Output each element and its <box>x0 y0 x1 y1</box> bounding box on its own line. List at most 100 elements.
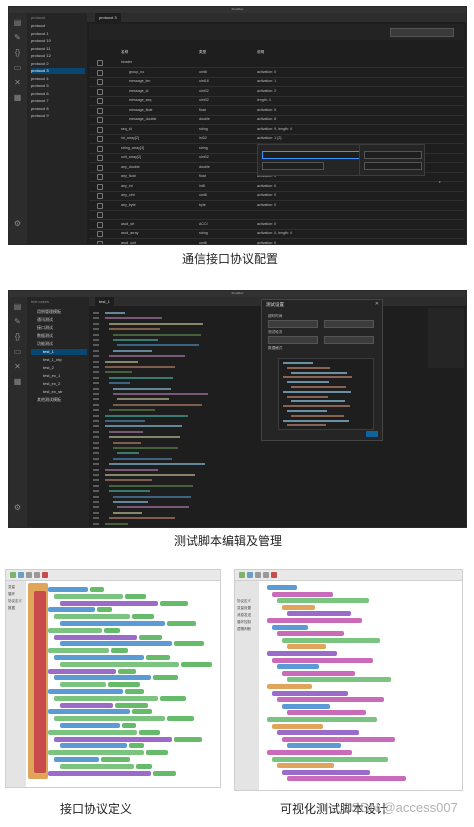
file-icon[interactable]: ▤ <box>12 17 23 28</box>
field-block[interactable] <box>60 621 165 626</box>
dialog-ok-button[interactable] <box>366 431 378 437</box>
field-block[interactable] <box>48 648 109 654</box>
field-block[interactable] <box>48 607 95 613</box>
script-block[interactable] <box>272 756 388 762</box>
sidebar-item[interactable]: protocol 8 <box>31 106 85 112</box>
field-value-block[interactable] <box>122 723 136 728</box>
script-block[interactable] <box>277 730 359 736</box>
field-value-block[interactable] <box>139 634 162 640</box>
field-block[interactable] <box>54 614 130 620</box>
protocol-inner-block[interactable] <box>34 591 46 773</box>
tools-icon[interactable]: ✕ <box>12 361 23 372</box>
script-block[interactable] <box>267 585 297 590</box>
script-block[interactable] <box>267 684 312 689</box>
sidebar-item[interactable]: protocol 9 <box>31 113 85 119</box>
row-icon[interactable] <box>97 69 103 76</box>
field-block[interactable] <box>60 600 158 606</box>
field-block[interactable] <box>54 634 137 640</box>
script-block[interactable] <box>287 611 351 617</box>
zoom-in-icon[interactable] <box>26 572 32 578</box>
field-block[interactable] <box>48 689 123 694</box>
sidebar-item[interactable]: protocol 4 <box>31 76 85 82</box>
row-icon[interactable] <box>97 107 103 114</box>
zoom-in-icon[interactable] <box>255 572 261 578</box>
script-block[interactable] <box>272 591 333 597</box>
dialog-input-4[interactable] <box>324 336 374 344</box>
script-block[interactable] <box>277 697 384 703</box>
script-block[interactable] <box>287 776 406 782</box>
sidebar-tree-item[interactable]: test_ex_str <box>31 389 87 395</box>
field-block[interactable] <box>54 655 144 660</box>
sidebar-tree-item[interactable]: test_1 <box>31 349 87 355</box>
field-value-block[interactable] <box>129 743 144 749</box>
field-block[interactable] <box>60 641 172 647</box>
field-value-block[interactable] <box>146 655 170 660</box>
sidebar-tree-item[interactable]: test_2 <box>31 365 87 371</box>
field-block[interactable] <box>54 695 158 701</box>
script-block[interactable] <box>267 651 337 656</box>
run-icon[interactable] <box>42 572 48 578</box>
script-block[interactable] <box>282 670 355 676</box>
script-block[interactable] <box>277 631 344 637</box>
field-value-block[interactable] <box>139 729 160 735</box>
script-block[interactable] <box>287 644 326 650</box>
palette-item[interactable]: 循环控制 <box>237 620 251 625</box>
row-icon[interactable] <box>97 155 103 161</box>
row-icon[interactable] <box>97 126 103 133</box>
row-icon[interactable] <box>97 183 103 190</box>
row-icon[interactable] <box>97 193 103 199</box>
row-icon[interactable] <box>97 212 103 218</box>
field-value-block[interactable] <box>167 716 194 722</box>
field-value-block[interactable] <box>104 627 120 633</box>
field-block[interactable] <box>60 661 179 667</box>
file-icon[interactable]: ▤ <box>12 301 23 312</box>
script-block[interactable] <box>272 657 373 663</box>
dialog-textarea[interactable] <box>278 358 374 430</box>
sidebar-item[interactable]: protocol <box>31 23 85 29</box>
field-block[interactable] <box>60 682 106 688</box>
sidebar-tree-item[interactable]: 用例管理模板 <box>31 309 87 315</box>
field-block[interactable] <box>54 675 151 681</box>
field-block[interactable] <box>54 736 172 742</box>
field-block[interactable] <box>54 716 165 722</box>
field-value-block[interactable] <box>160 600 188 606</box>
field-block[interactable] <box>54 757 99 762</box>
protocol-dropdown[interactable] <box>390 28 454 37</box>
script-block[interactable] <box>287 677 391 683</box>
sidebar-item[interactable]: protocol 2 <box>31 61 85 67</box>
sidebar-item[interactable]: protocol 7 <box>31 98 85 104</box>
sidebar-item[interactable]: protocol 3 <box>31 68 85 74</box>
script-block[interactable] <box>287 710 366 716</box>
field-block[interactable] <box>54 593 123 599</box>
braces-icon[interactable]: {} <box>12 331 23 342</box>
sidebar-tree-item[interactable]: 接口测试 <box>31 325 87 331</box>
sidebar-item[interactable]: protocol 1 <box>31 31 85 37</box>
field-block[interactable] <box>48 668 116 674</box>
puzzle-icon[interactable]: ▦ <box>12 376 23 387</box>
field-value-block[interactable] <box>167 621 196 626</box>
row-icon[interactable] <box>97 174 103 180</box>
sidebar-item[interactable]: protocol 5 <box>31 83 85 89</box>
dialog-close-icon[interactable]: ✕ <box>375 301 379 307</box>
sidebar-item[interactable]: protocol 10 <box>31 38 85 44</box>
palette-item[interactable]: 逻辑判断 <box>237 627 251 632</box>
field-block[interactable] <box>48 770 151 776</box>
chat-icon[interactable]: ▭ <box>12 346 23 357</box>
script-block[interactable] <box>277 763 334 769</box>
script-block[interactable] <box>282 736 395 742</box>
settings-icon[interactable]: ⚙ <box>12 502 23 513</box>
field-value-block[interactable] <box>136 763 152 769</box>
script-block[interactable] <box>282 769 370 775</box>
popup-input[interactable] <box>262 151 360 159</box>
field-block[interactable] <box>60 702 113 708</box>
script-block[interactable] <box>282 604 315 610</box>
sidebar-tree-item[interactable]: test_1_ntp <box>31 357 87 363</box>
script-block[interactable] <box>267 618 362 623</box>
sidebar-tree-item[interactable]: test_ex_1 <box>31 373 87 379</box>
row-icon[interactable] <box>97 231 103 237</box>
field-value-block[interactable] <box>146 750 168 756</box>
script-block[interactable] <box>272 690 348 696</box>
tab-test[interactable]: test_1 <box>95 297 114 306</box>
field-block[interactable] <box>48 709 130 715</box>
braces-icon[interactable]: {} <box>12 47 23 58</box>
